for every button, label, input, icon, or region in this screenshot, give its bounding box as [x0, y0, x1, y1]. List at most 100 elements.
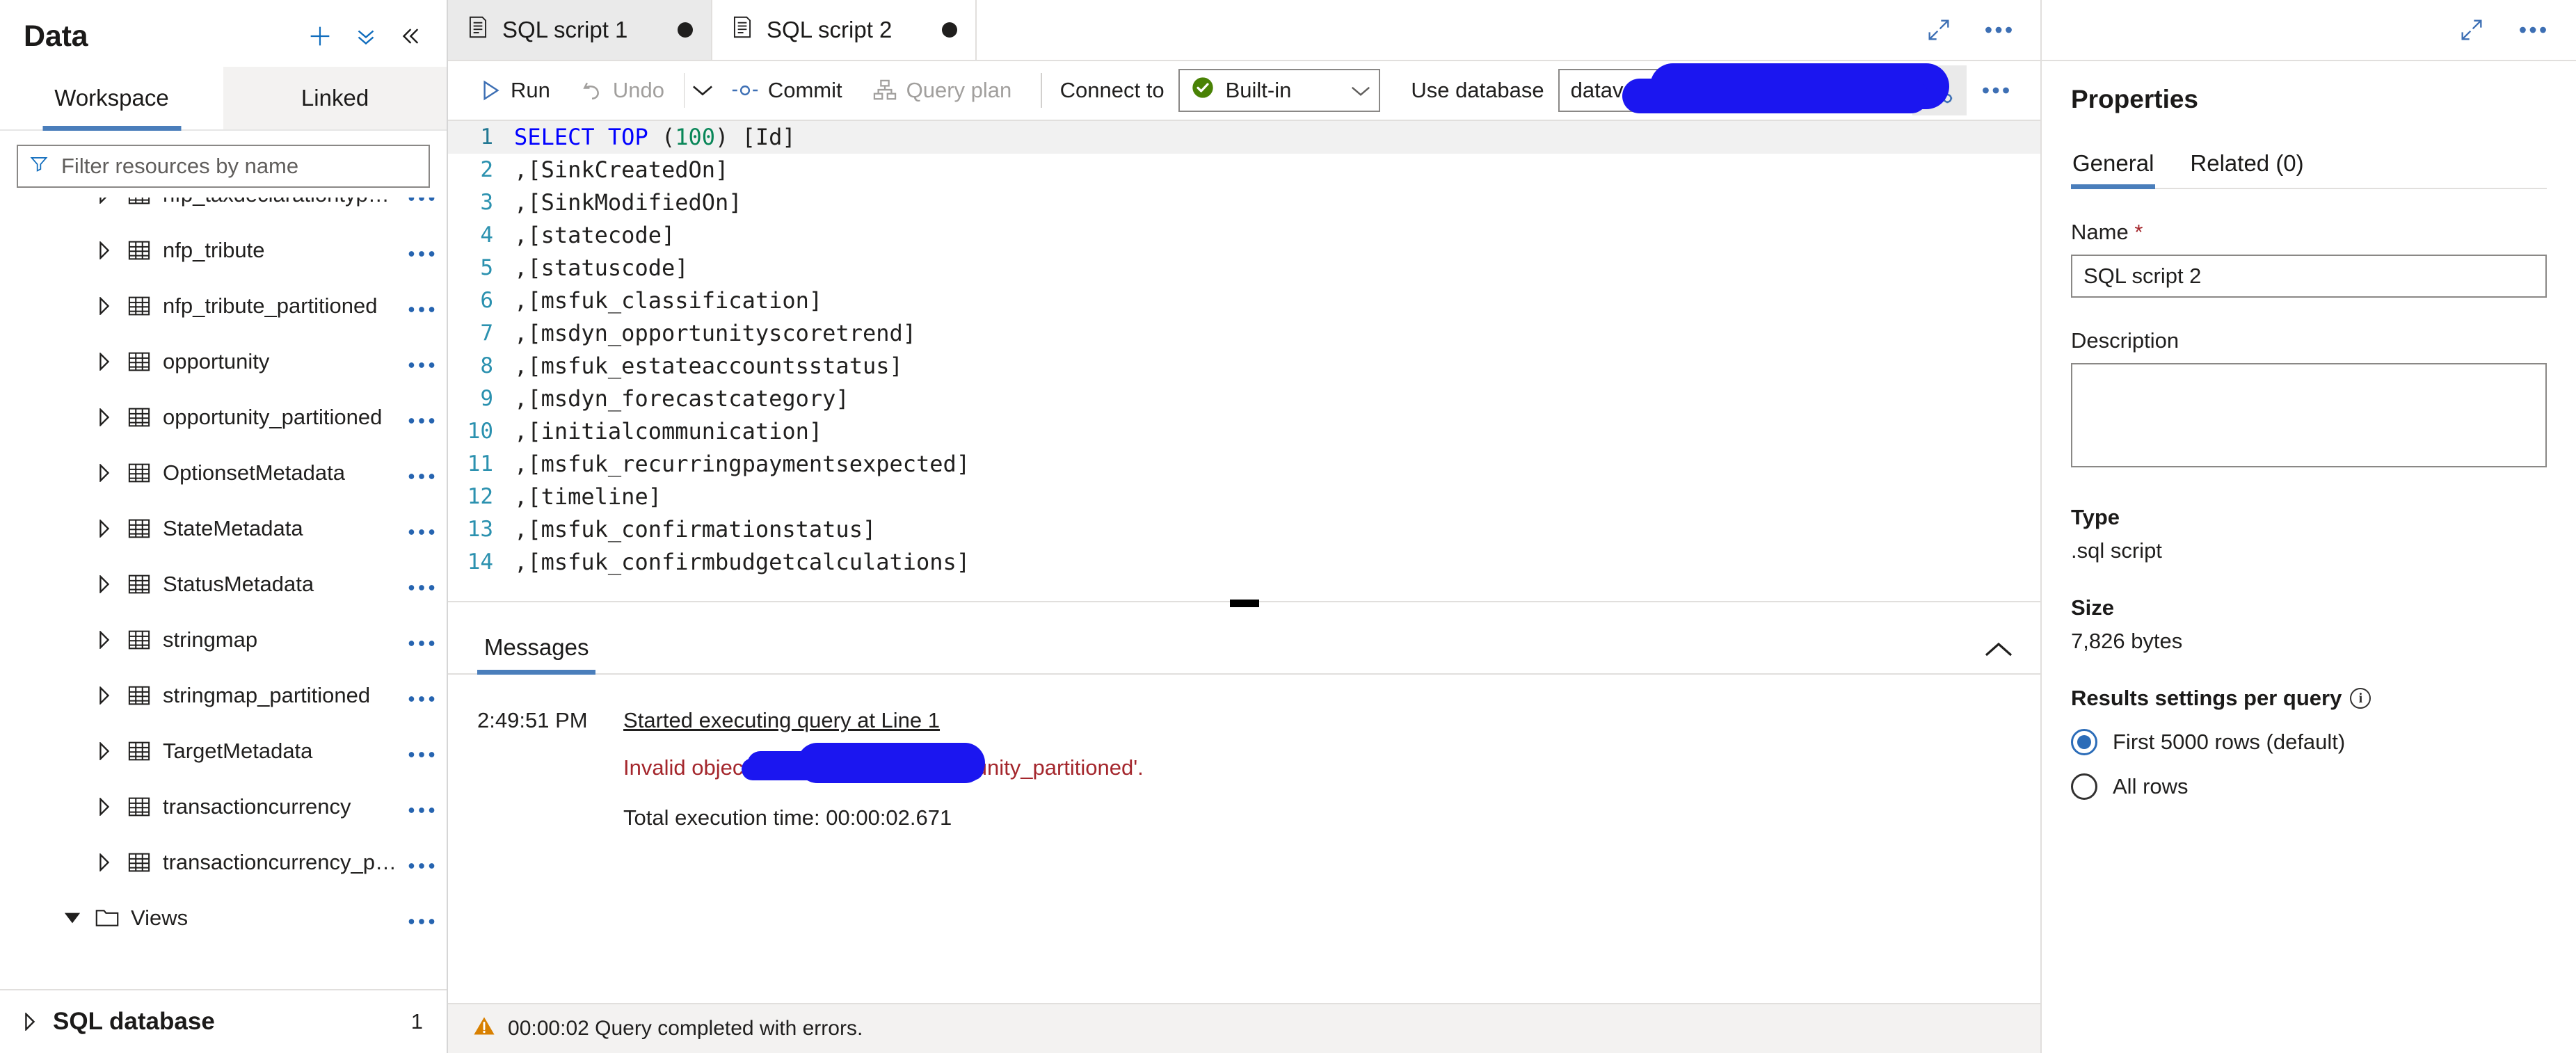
- more-actions-icon[interactable]: [401, 689, 435, 703]
- refresh-icon[interactable]: [1885, 77, 1912, 104]
- ellipsis-icon[interactable]: [2519, 25, 2547, 35]
- ellipsis-icon[interactable]: [1982, 86, 2026, 95]
- code-line[interactable]: 5 ,[statuscode]: [448, 252, 2040, 284]
- code-text[interactable]: ,[msdyn_opportunityscoretrend]: [514, 317, 2040, 350]
- tab-workspace[interactable]: Workspace: [0, 67, 224, 129]
- chevron-down-icon[interactable]: [1341, 78, 1370, 103]
- tree-scroll-area[interactable]: nfp_taxdeclarationtype_... nfp_tributenfp…: [0, 198, 447, 989]
- more-actions-icon[interactable]: [401, 198, 435, 202]
- tab-linked[interactable]: Linked: [223, 67, 447, 129]
- radio-indicator[interactable]: [2071, 773, 2097, 800]
- tree-item-nfp-tribute[interactable]: nfp_tribute: [0, 223, 447, 278]
- code-text[interactable]: ,[SinkCreatedOn]: [514, 154, 2040, 186]
- tree-item-stringmap[interactable]: stringmap: [0, 612, 447, 668]
- tree-item-transactioncurrency[interactable]: transactioncurrency: [0, 779, 447, 835]
- code-line[interactable]: 8 ,[msfuk_estateaccountsstatus]: [448, 350, 2040, 383]
- chevron-down-icon[interactable]: [57, 910, 88, 926]
- tree-item-nfp-tribute-partitioned[interactable]: nfp_tribute_partitioned: [0, 278, 447, 334]
- tree-item-targetmetadata[interactable]: TargetMetadata: [0, 723, 447, 779]
- more-actions-icon[interactable]: [401, 800, 435, 814]
- add-icon[interactable]: [306, 22, 334, 50]
- filter-box[interactable]: [17, 145, 431, 188]
- name-field[interactable]: [2071, 255, 2547, 298]
- tree-item-opportunity[interactable]: opportunity: [0, 334, 447, 389]
- code-line[interactable]: 2 ,[SinkCreatedOn]: [448, 154, 2040, 186]
- chevron-down-icon[interactable]: [689, 68, 716, 113]
- message-text[interactable]: Started executing query at Line 1: [623, 708, 940, 733]
- sql-code-editor[interactable]: 1 SELECT TOP (100) [Id] 2 ,[SinkCreatedOn] 3…: [448, 121, 2040, 601]
- code-line[interactable]: 1 SELECT TOP (100) [Id]: [448, 121, 2040, 154]
- tree-item-views[interactable]: Views: [0, 890, 447, 946]
- radio-all-rows[interactable]: All rows: [2071, 773, 2547, 800]
- radio-first-5000-rows[interactable]: First 5000 rows (default): [2071, 729, 2547, 755]
- search-input[interactable]: [60, 153, 418, 179]
- chevron-right-icon[interactable]: [89, 853, 120, 871]
- code-text[interactable]: ,[msfuk_estateaccountsstatus]: [514, 350, 2040, 383]
- tree-item-statusmetadata[interactable]: StatusMetadata: [0, 556, 447, 612]
- chevron-right-icon[interactable]: [89, 575, 120, 593]
- undo-button[interactable]: Undo: [566, 68, 680, 113]
- code-text[interactable]: ,[SinkModifiedOn]: [514, 186, 2040, 219]
- document-tab-sql-script-1[interactable]: SQL script 1: [448, 0, 713, 60]
- code-lines[interactable]: 1 SELECT TOP (100) [Id] 2 ,[SinkCreatedOn] 3…: [448, 121, 2040, 579]
- tree-item-statemetadata[interactable]: StateMetadata: [0, 501, 447, 556]
- resource-tree[interactable]: nfp_taxdeclarationtype_... nfp_tributenfp…: [0, 198, 447, 989]
- tree-item-stringmap-partitioned[interactable]: stringmap_partitioned: [0, 668, 447, 723]
- chevron-right-icon[interactable]: [89, 297, 120, 315]
- code-text[interactable]: ,[timeline]: [514, 481, 2040, 513]
- collapse-panel-icon[interactable]: [398, 24, 422, 48]
- code-text[interactable]: ,[msfuk_recurringpaymentsexpected]: [514, 448, 2040, 481]
- code-line[interactable]: 7 ,[msdyn_opportunityscoretrend]: [448, 317, 2040, 350]
- more-actions-icon[interactable]: [401, 522, 435, 536]
- description-field[interactable]: [2071, 363, 2547, 467]
- code-line[interactable]: 4 ,[statecode]: [448, 219, 2040, 252]
- chevron-right-icon[interactable]: [89, 798, 120, 816]
- more-actions-icon[interactable]: [401, 855, 435, 870]
- commit-button[interactable]: Commit: [717, 68, 858, 113]
- use-database-dropdown[interactable]: dataverse_: [1558, 63, 1949, 113]
- code-text[interactable]: ,[statuscode]: [514, 252, 2040, 284]
- tree-item-nfp-taxdeclarationtype[interactable]: nfp_taxdeclarationtype_...: [0, 198, 447, 223]
- code-line[interactable]: 3 ,[SinkModifiedOn]: [448, 186, 2040, 219]
- chevron-right-icon[interactable]: [13, 1013, 47, 1031]
- code-line[interactable]: 14 ,[msfuk_confirmbudgetcalculations]: [448, 546, 2040, 579]
- code-line[interactable]: 10 ,[initialcommunication]: [448, 415, 2040, 448]
- code-text[interactable]: ,[initialcommunication]: [514, 415, 2040, 448]
- tree-item-transactioncurrency-part[interactable]: transactioncurrency_part...: [0, 835, 447, 890]
- more-actions-icon[interactable]: [401, 243, 435, 258]
- radio-indicator[interactable]: [2071, 729, 2097, 755]
- chevron-right-icon[interactable]: [89, 198, 120, 204]
- expand-diagonal-icon[interactable]: [2458, 16, 2486, 44]
- tree-item-opportunity-partitioned[interactable]: opportunity_partitioned: [0, 389, 447, 445]
- chevron-right-icon[interactable]: [89, 742, 120, 760]
- document-tab-sql-script-2[interactable]: SQL script 2: [712, 0, 977, 60]
- code-text[interactable]: SELECT TOP (100) [Id]: [514, 121, 2040, 154]
- more-actions-icon[interactable]: [401, 577, 435, 592]
- code-text[interactable]: ,[msfuk_classification]: [514, 284, 2040, 317]
- tree-item-optionsetmetadata[interactable]: OptionsetMetadata: [0, 445, 447, 501]
- more-actions-icon[interactable]: [401, 633, 435, 648]
- chevron-right-icon[interactable]: [89, 241, 120, 259]
- more-actions-icon[interactable]: [401, 911, 435, 926]
- results-settings-icon[interactable]: [1912, 65, 1967, 115]
- more-actions-icon[interactable]: [401, 410, 435, 425]
- chevron-right-icon[interactable]: [89, 520, 120, 538]
- chevron-up-icon[interactable]: [1975, 638, 2022, 673]
- chevron-down-icon[interactable]: [1819, 78, 1848, 103]
- code-text[interactable]: ,[msdyn_forecastcategory]: [514, 383, 2040, 415]
- info-icon[interactable]: i: [2350, 688, 2371, 709]
- code-line[interactable]: 11 ,[msfuk_recurringpaymentsexpected]: [448, 448, 2040, 481]
- tab-messages[interactable]: Messages: [477, 634, 596, 675]
- code-line[interactable]: 12 ,[timeline]: [448, 481, 2040, 513]
- code-text[interactable]: ,[statecode]: [514, 219, 2040, 252]
- code-line[interactable]: 6 ,[msfuk_classification]: [448, 284, 2040, 317]
- panel-splitter[interactable]: [448, 600, 2040, 608]
- double-chevron-down-icon[interactable]: [353, 24, 378, 49]
- chevron-right-icon[interactable]: [89, 464, 120, 482]
- query-plan-button[interactable]: Query plan: [858, 68, 1027, 113]
- code-text[interactable]: ,[msfuk_confirmbudgetcalculations]: [514, 546, 2040, 579]
- more-actions-icon[interactable]: [401, 744, 435, 759]
- sidebar-item-sql-database[interactable]: SQL database 1: [0, 989, 447, 1053]
- expand-diagonal-icon[interactable]: [1925, 16, 1953, 44]
- code-line[interactable]: 13 ,[msfuk_confirmationstatus]: [448, 513, 2040, 546]
